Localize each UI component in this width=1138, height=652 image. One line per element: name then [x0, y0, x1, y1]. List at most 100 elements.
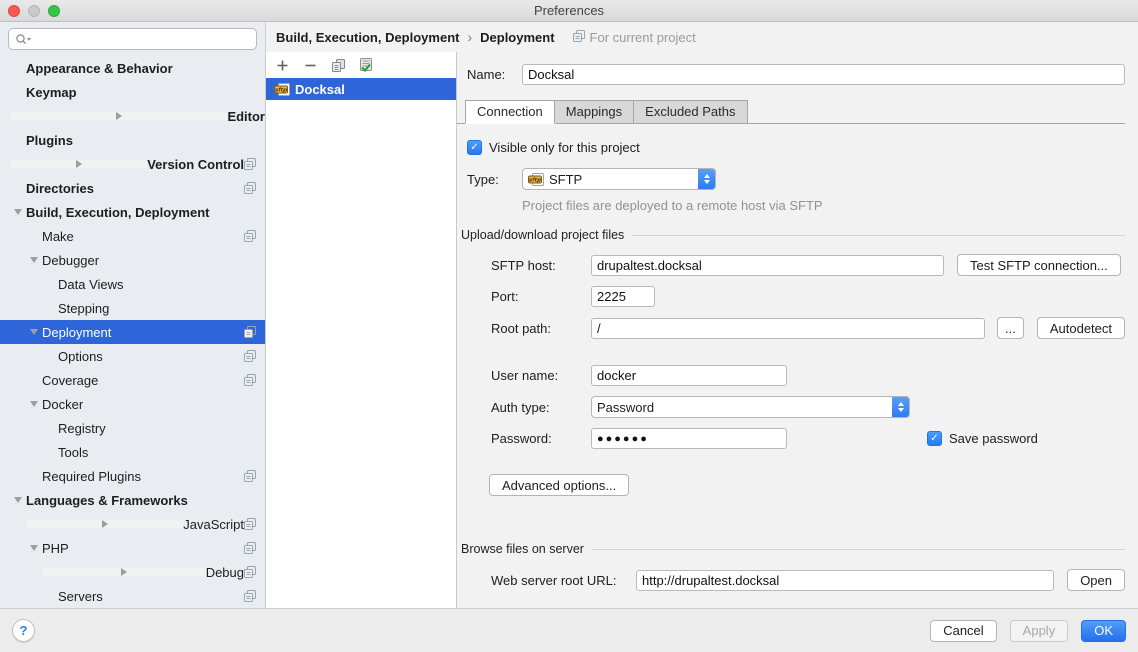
add-server-button[interactable] — [274, 57, 290, 73]
sidebar-item-coverage[interactable]: Coverage — [0, 368, 265, 392]
search-icon — [15, 33, 32, 46]
project-level-icon — [244, 230, 256, 242]
save-password-checkbox[interactable] — [927, 431, 942, 446]
sidebar-item-directories[interactable]: Directories — [0, 176, 265, 200]
visible-only-row: Visible only for this project — [457, 140, 1125, 155]
sidebar-item-plugins[interactable]: Plugins — [0, 128, 265, 152]
section-divider — [592, 549, 1125, 550]
auth-type-select[interactable]: Password — [591, 396, 910, 418]
sidebar-item-php[interactable]: PHP — [0, 536, 265, 560]
chevron-down-icon[interactable] — [26, 545, 42, 551]
password-label: Password: — [491, 431, 591, 446]
user-name-input[interactable] — [591, 365, 787, 386]
help-button[interactable]: ? — [12, 619, 35, 642]
sidebar-item-make[interactable]: Make — [0, 224, 265, 248]
chevron-right-icon[interactable] — [42, 568, 206, 576]
scope-label: For current project — [590, 30, 696, 45]
sidebar-item-stepping[interactable]: Stepping — [0, 296, 265, 320]
section-divider — [632, 235, 1125, 236]
sidebar-item-docker[interactable]: Docker — [0, 392, 265, 416]
remove-server-button[interactable] — [302, 57, 318, 73]
close-window-button[interactable] — [8, 5, 20, 17]
web-root-input[interactable] — [636, 570, 1054, 591]
window-controls — [8, 5, 60, 17]
port-input[interactable] — [591, 286, 655, 307]
root-path-input[interactable] — [591, 318, 985, 339]
name-input[interactable] — [522, 64, 1125, 85]
minimize-window-button[interactable] — [28, 5, 40, 17]
breadcrumb: Build, Execution, Deployment › Deploymen… — [266, 22, 1138, 52]
chevron-right-icon[interactable] — [10, 160, 147, 168]
test-sftp-connection-button[interactable]: Test SFTP connection... — [957, 254, 1121, 276]
use-as-default-button[interactable] — [358, 57, 374, 73]
password-input[interactable] — [591, 428, 787, 449]
save-password-label: Save password — [949, 431, 1038, 446]
browse-section-title: Browse files on server — [461, 542, 584, 556]
sidebar-item-registry[interactable]: Registry — [0, 416, 265, 440]
ok-button[interactable]: OK — [1081, 620, 1126, 642]
server-item-label: Docksal — [295, 82, 345, 97]
sidebar-item-label: Make — [42, 229, 74, 244]
zoom-window-button[interactable] — [48, 5, 60, 17]
name-label: Name: — [467, 67, 522, 82]
sidebar-item-label: Coverage — [42, 373, 98, 388]
project-level-icon — [244, 326, 256, 338]
sidebar-item-languages-frameworks[interactable]: Languages & Frameworks — [0, 488, 265, 512]
chevron-down-icon[interactable] — [26, 257, 42, 263]
root-path-label: Root path: — [491, 321, 591, 336]
chevron-down-icon[interactable] — [26, 401, 42, 407]
project-level-icon — [244, 542, 256, 554]
help-icon: ? — [20, 623, 28, 638]
type-select[interactable]: sftp SFTP — [522, 168, 716, 190]
settings-search-input[interactable] — [8, 28, 257, 50]
type-label: Type: — [467, 172, 522, 187]
cancel-button[interactable]: Cancel — [930, 620, 996, 642]
autodetect-button[interactable]: Autodetect — [1037, 317, 1125, 339]
sidebar-item-tools[interactable]: Tools — [0, 440, 265, 464]
sidebar-item-debugger[interactable]: Debugger — [0, 248, 265, 272]
chevron-right-icon[interactable] — [26, 520, 183, 528]
chevron-down-icon[interactable] — [10, 497, 26, 503]
search-container — [0, 22, 265, 54]
browse-root-path-button[interactable]: ... — [997, 317, 1024, 339]
visible-only-checkbox[interactable] — [467, 140, 482, 155]
sidebar-item-debug[interactable]: Debug — [0, 560, 265, 584]
auth-type-row: Auth type: Password — [457, 396, 1125, 418]
copy-server-button[interactable] — [330, 57, 346, 73]
sidebar-item-javascript[interactable]: JavaScript — [0, 512, 265, 536]
sidebar-item-keymap[interactable]: Keymap — [0, 80, 265, 104]
open-button[interactable]: Open — [1067, 569, 1125, 591]
chevron-down-icon[interactable] — [10, 209, 26, 215]
name-row: Name: — [457, 64, 1125, 85]
sidebar-item-label: JavaScript — [183, 517, 244, 532]
sidebar-item-label: Keymap — [26, 85, 77, 100]
sidebar-item-editor[interactable]: Editor — [0, 104, 265, 128]
sidebar-item-appearance-behavior[interactable]: Appearance & Behavior — [0, 56, 265, 80]
sidebar-item-data-views[interactable]: Data Views — [0, 272, 265, 296]
tab-connection[interactable]: Connection — [465, 100, 555, 124]
apply-button[interactable]: Apply — [1010, 620, 1069, 642]
type-row: Type: sftp SFTP — [457, 168, 1125, 190]
breadcrumb-parent[interactable]: Build, Execution, Deployment — [276, 30, 459, 45]
server-item-docksal[interactable]: sftpDocksal — [266, 78, 456, 100]
settings-sidebar: Appearance & Behavior Keymap EditorPlugins… — [0, 22, 266, 608]
sidebar-item-build-execution-deployment[interactable]: Build, Execution, Deployment — [0, 200, 265, 224]
sidebar-item-version-control[interactable]: Version Control — [0, 152, 265, 176]
tab-excluded-paths[interactable]: Excluded Paths — [633, 100, 747, 123]
visible-only-label: Visible only for this project — [489, 140, 640, 155]
sidebar-item-options[interactable]: Options — [0, 344, 265, 368]
chevron-right-icon[interactable] — [10, 112, 227, 120]
sidebar-item-label: Version Control — [147, 157, 244, 172]
sidebar-item-servers[interactable]: Servers — [0, 584, 265, 608]
advanced-options-button[interactable]: Advanced options... — [489, 474, 629, 496]
scope-indicator: For current project — [573, 30, 696, 45]
project-level-icon — [244, 182, 256, 194]
sftp-host-input[interactable] — [591, 255, 944, 276]
sidebar-item-required-plugins[interactable]: Required Plugins — [0, 464, 265, 488]
server-list-toolbar — [266, 52, 456, 78]
tab-mappings[interactable]: Mappings — [554, 100, 634, 123]
chevron-down-icon[interactable] — [26, 329, 42, 335]
sidebar-item-deployment[interactable]: Deployment — [0, 320, 265, 344]
sidebar-item-label: Required Plugins — [42, 469, 141, 484]
sftp-icon: sftp — [528, 173, 544, 186]
